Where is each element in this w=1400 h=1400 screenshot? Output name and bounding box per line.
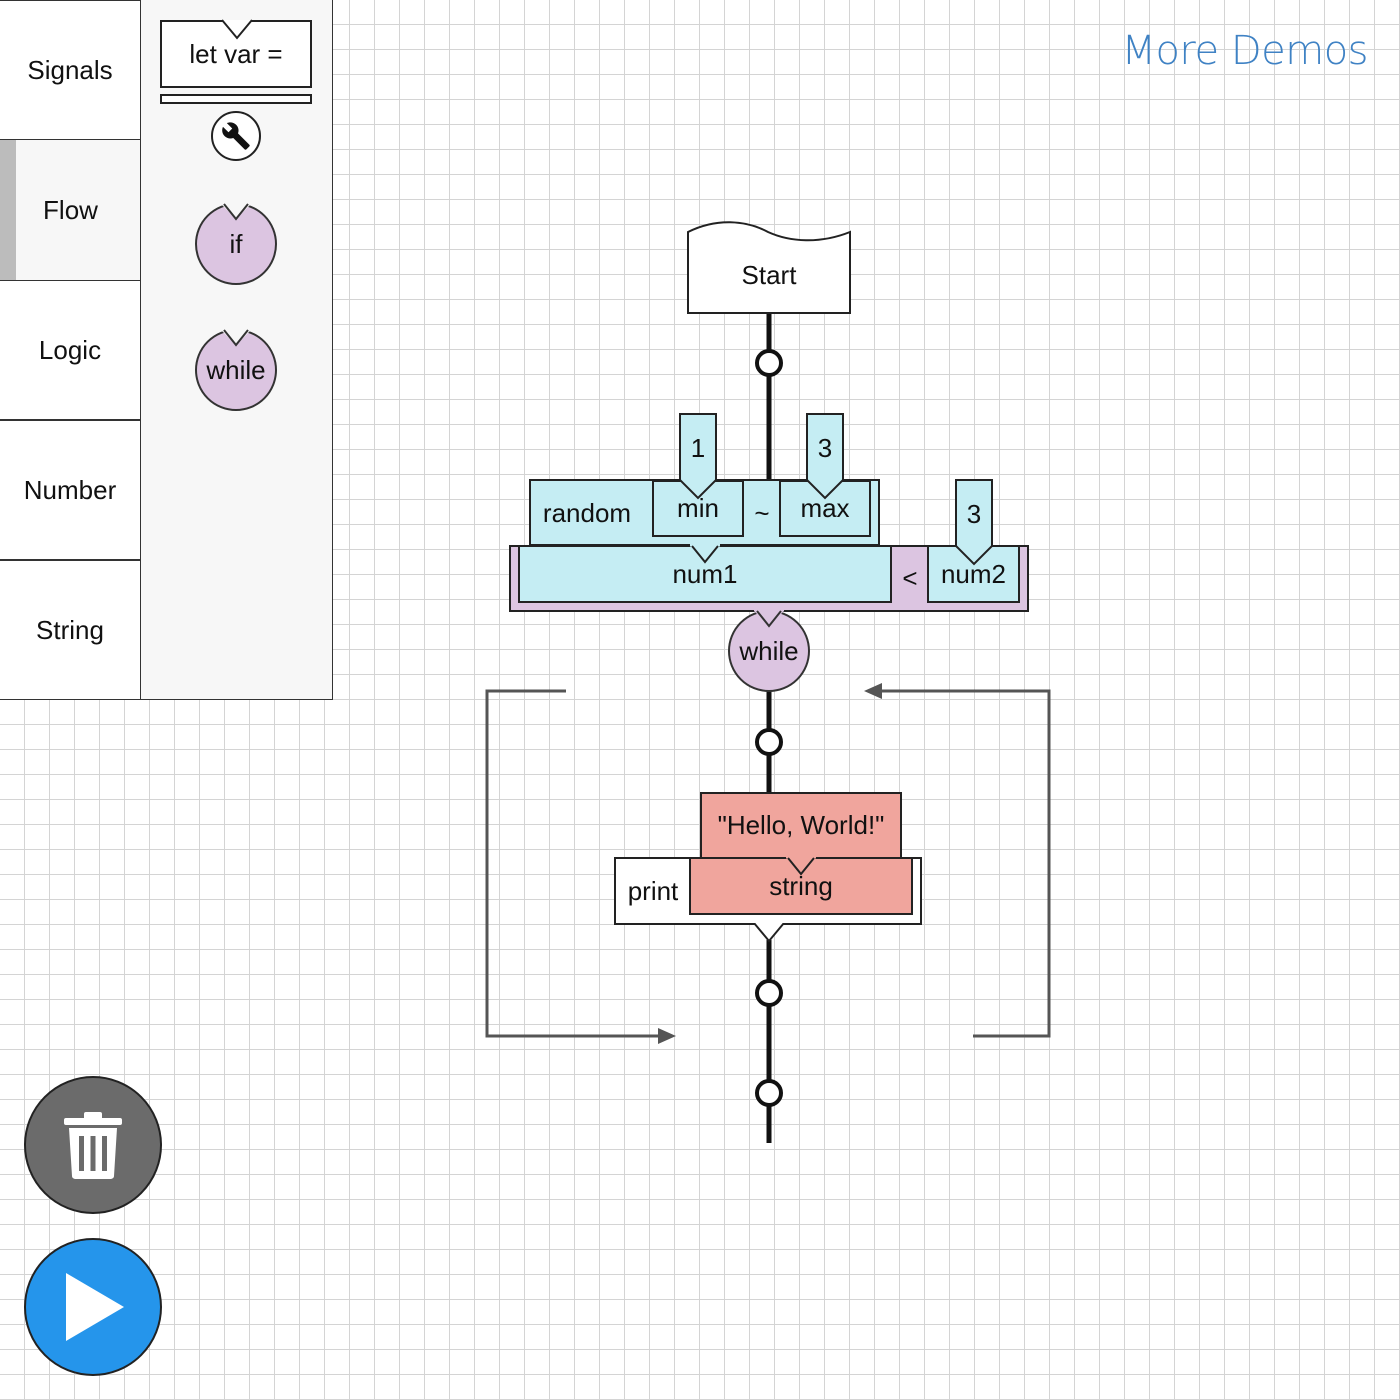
delete-button[interactable] xyxy=(24,1076,162,1214)
connector-node xyxy=(755,979,783,1007)
start-label: Start xyxy=(741,259,797,290)
random-label: random xyxy=(542,497,632,528)
num1-notch xyxy=(690,544,720,564)
hello-world-literal[interactable]: "Hello, World!" xyxy=(700,792,902,859)
num2-value-label: 3 xyxy=(966,498,982,529)
less-than-operator: < xyxy=(902,562,918,593)
connector-node xyxy=(755,1079,783,1107)
print-label: print xyxy=(627,875,679,906)
max-value-label: 3 xyxy=(817,432,833,463)
play-icon xyxy=(66,1273,124,1341)
hello-world-label: "Hello, World!" xyxy=(717,810,885,840)
connector-node xyxy=(755,728,783,756)
min-value-label: 1 xyxy=(690,432,706,463)
connector-node xyxy=(755,349,783,377)
loop-right-arrowhead xyxy=(864,683,882,699)
loop-left-arrowhead xyxy=(658,1028,676,1044)
flow-lines xyxy=(485,312,1051,1143)
trash-icon xyxy=(64,1112,122,1179)
range-tilde: ~ xyxy=(754,497,770,528)
run-button[interactable] xyxy=(24,1238,162,1376)
string-notch xyxy=(786,856,816,876)
while-notch xyxy=(754,608,784,628)
while-label: while xyxy=(739,635,799,666)
print-notch xyxy=(754,923,784,943)
